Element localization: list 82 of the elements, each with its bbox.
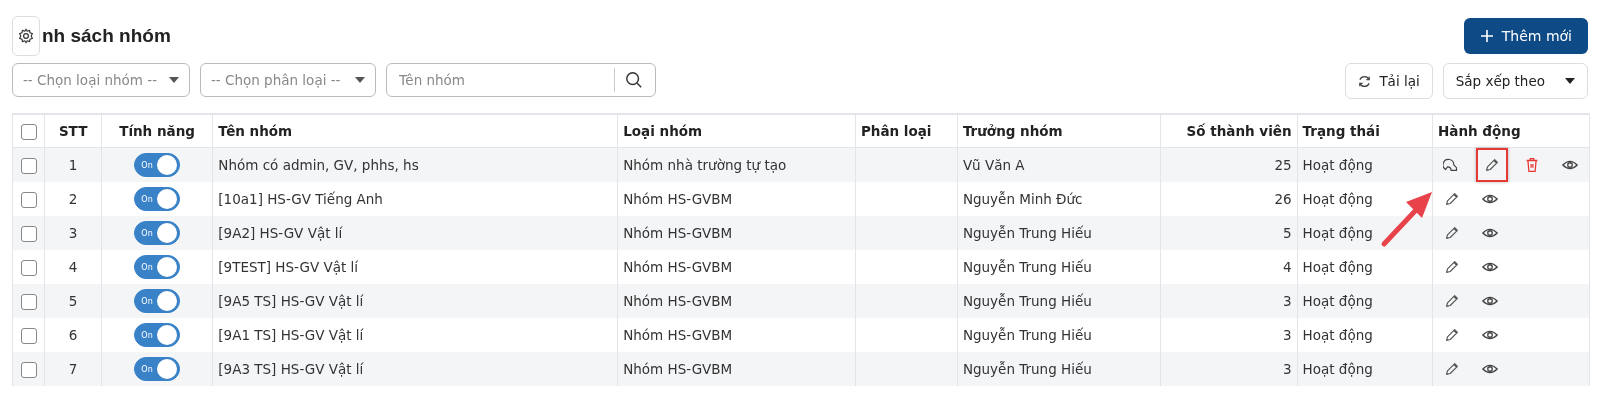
table-cell: Vũ Văn A: [962, 157, 1025, 173]
reload-icon: [1358, 74, 1372, 88]
toggle-switch[interactable]: On: [134, 289, 181, 313]
table-cell: Hoạt động: [1302, 225, 1373, 241]
table-cell: 1: [68, 157, 78, 173]
column-header: Trạng thái: [1302, 123, 1380, 139]
toggle-switch[interactable]: On: [134, 221, 181, 245]
toggle-switch[interactable]: On: [134, 323, 181, 347]
select-field[interactable]: -- Chọn phân loại --: [200, 63, 376, 97]
search-field[interactable]: Tên nhóm: [386, 63, 656, 97]
table-cell: [10a1] HS-GV Tiếng Anh: [218, 191, 383, 207]
table-cell: Nhóm HS-GVBM: [623, 327, 733, 343]
table-cell: Nguyễn Trung Hiếu: [962, 225, 1092, 241]
column-header: STT: [58, 123, 88, 139]
table-cell: 5: [1283, 225, 1292, 241]
column-header: Phân loại: [860, 123, 932, 139]
table-cell: 25: [1274, 157, 1292, 173]
plus-icon: [1479, 29, 1494, 43]
column-header: Số thành viên: [1186, 123, 1292, 139]
table-cell: [9A5 TS] HS-GV Vật lí: [218, 293, 364, 309]
table-cell: 6: [68, 327, 78, 343]
row-checkbox[interactable]: [20, 157, 37, 174]
row-checkbox[interactable]: [20, 191, 37, 208]
add-button[interactable]: Thêm mới: [1463, 18, 1588, 54]
caret-icon: [169, 77, 179, 83]
table-cell: Hoạt động: [1302, 191, 1373, 207]
select-all-checkbox[interactable]: [20, 123, 37, 140]
row-checkbox[interactable]: [20, 225, 37, 242]
table-cell: Nhóm HS-GVBM: [623, 259, 733, 275]
table-cell: 3: [1283, 361, 1292, 377]
table-cell: 2: [68, 191, 78, 207]
toggle-switch[interactable]: On: [134, 153, 181, 177]
table-cell: Hoạt động: [1302, 157, 1373, 173]
table-cell: Hoạt động: [1302, 293, 1373, 309]
row-checkbox[interactable]: [20, 259, 37, 276]
reload-button[interactable]: Tải lại: [1345, 63, 1433, 99]
page-title: nh sách nhóm: [42, 25, 171, 47]
table-cell: Nhóm nhà trường tự tạo: [623, 157, 787, 173]
table-cell: 26: [1274, 191, 1292, 207]
table-cell: Nguyễn Trung Hiếu: [962, 293, 1092, 309]
column-header: Loại nhóm: [623, 123, 703, 139]
table-cell: Hoạt động: [1302, 327, 1373, 343]
row-checkbox[interactable]: [20, 293, 37, 310]
table-cell: 3: [68, 225, 78, 241]
table-cell: Nguyễn Minh Đức: [962, 191, 1083, 207]
table-cell: Nhóm HS-GVBM: [623, 293, 733, 309]
row-checkbox[interactable]: [20, 361, 37, 378]
toggle-switch[interactable]: On: [134, 187, 181, 211]
pencil-icon[interactable]: [1476, 148, 1508, 182]
table-cell: 5: [68, 293, 78, 309]
table-cell: 3: [1283, 327, 1292, 343]
table-cell: [9A2] HS-GV Vật lí: [218, 225, 343, 241]
table-cell: 4: [68, 259, 78, 275]
select-field[interactable]: -- Chọn loại nhóm --: [12, 63, 190, 97]
table-cell: 3: [1283, 293, 1292, 309]
table-cell: Nhóm HS-GVBM: [623, 225, 733, 241]
table-cell: Nguyễn Trung Hiếu: [962, 361, 1092, 377]
caret-icon: [355, 77, 365, 83]
settings-icon[interactable]: [12, 16, 40, 56]
table-cell: [9A1 TS] HS-GV Vật lí: [218, 327, 364, 343]
caret-icon: [1565, 78, 1575, 84]
sort-button[interactable]: Sắp xếp theo: [1442, 63, 1588, 99]
table-cell: 7: [68, 361, 78, 377]
table-cell: [9A3 TS] HS-GV Vật lí: [218, 361, 364, 377]
column-header: Hành động: [1438, 123, 1521, 139]
search-icon[interactable]: [625, 71, 643, 89]
table-cell: Nhóm HS-GVBM: [623, 191, 733, 207]
table-cell: Nhóm có admin, GV, phhs, hs: [218, 157, 419, 173]
toggle-switch[interactable]: On: [134, 357, 181, 381]
table-cell: Nguyễn Trung Hiếu: [962, 259, 1092, 275]
row-checkbox[interactable]: [20, 327, 37, 344]
column-header: Tính năng: [119, 123, 195, 139]
table-cell: Hoạt động: [1302, 259, 1373, 275]
column-header: Tên nhóm: [218, 123, 293, 139]
annotation-arrow: [1381, 192, 1432, 247]
table-cell: [9TEST] HS-GV Vật lí: [218, 259, 358, 275]
table-cell: Nguyễn Trung Hiếu: [962, 327, 1092, 343]
table-cell: Hoạt động: [1302, 361, 1373, 377]
column-header: Trưởng nhóm: [962, 123, 1063, 139]
toggle-switch[interactable]: On: [134, 255, 181, 279]
table-cell: Nhóm HS-GVBM: [623, 361, 733, 377]
table-cell: 4: [1283, 259, 1292, 275]
